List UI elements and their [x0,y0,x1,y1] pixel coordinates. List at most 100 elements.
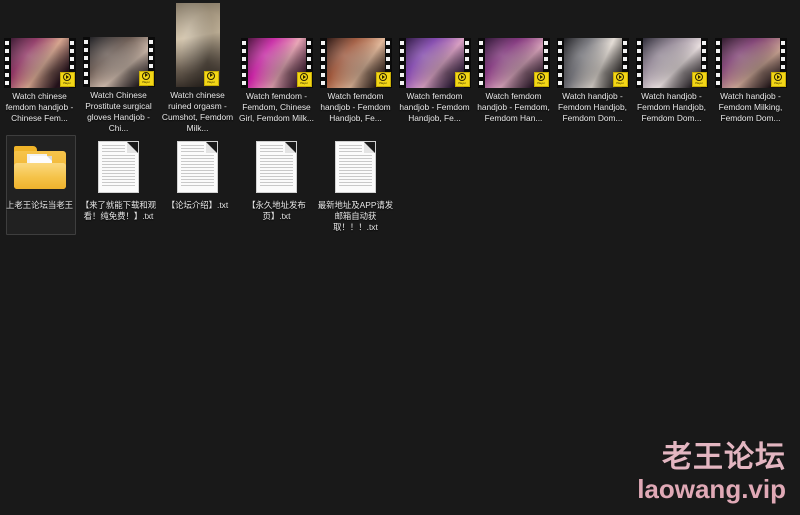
filmstrip-thumbnail: Player [3,38,76,88]
play-icon [695,73,703,81]
filmstrip-thumbnail: Player [319,38,392,88]
video-thumbnail[interactable]: Player [0,2,79,88]
file-name-label: Watch handjob - Femdom Handjob, Femdom D… [637,91,706,123]
file-item-text[interactable]: 【来了就能下载和观看！纯免费！】.txt [79,135,158,239]
badge-label: Player [142,79,150,84]
filmstrip-thumbnail: Player [714,38,787,88]
file-item-text[interactable]: 最新地址及APP请发邮箱自动获取！！！.txt [316,135,395,239]
file-name-label: Watch handjob - Femdom Milking, Femdom D… [718,91,783,123]
filmstrip-thumbnail: Player [82,36,155,87]
badge-label: Player [300,81,308,85]
file-item-video[interactable]: Player Watch handjob - Femdom Handjob, F… [632,0,711,133]
file-item-video[interactable]: Player Watch Chinese Prostitute surgical… [79,0,158,133]
file-item-folder[interactable]: 上老王论坛当老王 [0,135,79,239]
file-item-text[interactable]: 【永久地址发布页】.txt [237,135,316,239]
file-name-label: 上老王论坛当老王 [6,200,73,210]
potplayer-badge: Player [612,72,628,87]
file-item-text[interactable]: 【论坛介绍】.txt [158,135,237,239]
filmstrip-perforations-left [82,36,90,87]
file-grid: Player Watch chinese femdom handjob - Ch… [0,0,800,245]
text-file-icon [99,142,138,192]
file-item-video[interactable]: Player Watch chinese femdom handjob - Ch… [0,0,79,133]
badge-label: Player [616,81,624,85]
filmstrip-perforations-left [319,38,327,88]
potplayer-badge: Player [296,72,312,87]
video-thumbnail[interactable]: Player [316,2,395,88]
file-name-label: Watch femdom handjob - Femdom Handjob, F… [399,91,470,123]
filmstrip-thumbnail: Player [398,38,471,88]
play-icon [142,71,150,80]
text-file-icon [257,142,296,192]
play-icon [63,73,71,81]
video-thumbnail[interactable]: Player [395,2,474,88]
badge-label: Player [63,81,71,85]
folder-icon-holder[interactable] [0,137,79,197]
text-icon-holder[interactable] [237,137,316,197]
filmstrip-perforations-left [240,38,248,88]
video-thumbnail[interactable]: Player [158,2,237,87]
file-name-label: 最新地址及APP请发邮箱自动获取！！！.txt [317,200,394,232]
file-name-label: Watch handjob - Femdom Handjob, Femdom D… [558,91,627,123]
filmstrip-perforations-left [714,38,722,88]
documents-row: 上老王论坛当老王 【来了就能下载和观看！纯免费！】.txt 【论坛介绍】.txt… [0,135,800,245]
folder-icon [13,145,66,189]
text-file-icon [178,142,217,192]
video-files-row: Player Watch chinese femdom handjob - Ch… [0,0,800,133]
play-icon [207,71,215,80]
potplayer-badge: Player [375,72,391,87]
filmstrip-perforations-left [3,38,11,88]
potplayer-badge: Player [138,70,154,86]
filmstrip-thumbnail: Player [556,38,629,88]
text-icon-holder[interactable] [158,137,237,197]
play-icon [300,73,308,81]
video-thumbnail[interactable]: Player [632,2,711,88]
play-icon [537,73,545,81]
video-thumbnail[interactable]: Player [553,2,632,88]
potplayer-badge: Player [203,70,219,86]
file-item-video[interactable]: Player Watch chinese ruined orgasm - Cum… [158,0,237,133]
text-icon-holder[interactable] [316,137,395,197]
file-name-label: Watch Chinese Prostitute surgical gloves… [85,89,152,133]
file-item-video[interactable]: Player Watch femdom handjob - Femdom, Fe… [474,0,553,133]
portrait-thumbnail: Player [175,2,220,87]
potplayer-badge: Player [533,72,549,87]
filmstrip-thumbnail: Player [240,38,313,88]
file-name-label: Watch femdom - Femdom, Chinese Girl, Fem… [239,91,314,123]
video-thumbnail[interactable]: Player [711,2,790,88]
play-icon [379,73,387,81]
filmstrip-perforations-left [635,38,643,88]
file-item-video[interactable]: Player Watch femdom - Femdom, Chinese Gi… [237,0,316,133]
text-file-icon [336,142,375,192]
watermark-domain-text: laowang.vip [637,474,786,504]
file-name-label: 【永久地址发布页】.txt [247,200,306,221]
play-icon [458,73,466,81]
potplayer-badge: Player [691,72,707,87]
file-name-label: Watch chinese femdom handjob - Chinese F… [5,91,74,123]
filmstrip-perforations-left [556,38,564,88]
badge-label: Player [458,81,466,85]
file-name-label: Watch femdom handjob - Femdom, Femdom Ha… [477,91,550,123]
filmstrip-thumbnail: Player [635,38,708,88]
play-icon [774,73,782,81]
file-item-video[interactable]: Player Watch handjob - Femdom Handjob, F… [553,0,632,133]
potplayer-badge: Player [770,72,786,87]
file-name-label: Watch femdom handjob - Femdom Handjob, F… [320,91,391,123]
site-watermark: 老王论坛 laowang.vip [637,440,786,504]
file-name-label: Watch chinese ruined orgasm - Cumshot, F… [161,89,234,133]
badge-label: Player [379,81,387,85]
filmstrip-perforations-left [477,38,485,88]
file-item-video[interactable]: Player Watch femdom handjob - Femdom Han… [316,0,395,133]
potplayer-badge: Player [454,72,470,87]
video-thumbnail[interactable]: Player [79,2,158,87]
file-item-video[interactable]: Player Watch handjob - Femdom Milking, F… [711,0,790,133]
watermark-chinese-text: 老王论坛 [662,440,786,475]
file-name-label: 【论坛介绍】.txt [166,200,229,210]
file-item-video[interactable]: Player Watch femdom handjob - Femdom Han… [395,0,474,133]
text-icon-holder[interactable] [79,137,158,197]
filmstrip-perforations-left [398,38,406,88]
file-name-label: 【来了就能下载和观看！纯免费！】.txt [80,200,157,221]
filmstrip-thumbnail: Player [477,38,550,88]
video-thumbnail[interactable]: Player [474,2,553,88]
video-thumbnail[interactable]: Player [237,2,316,88]
badge-label: Player [695,81,703,85]
